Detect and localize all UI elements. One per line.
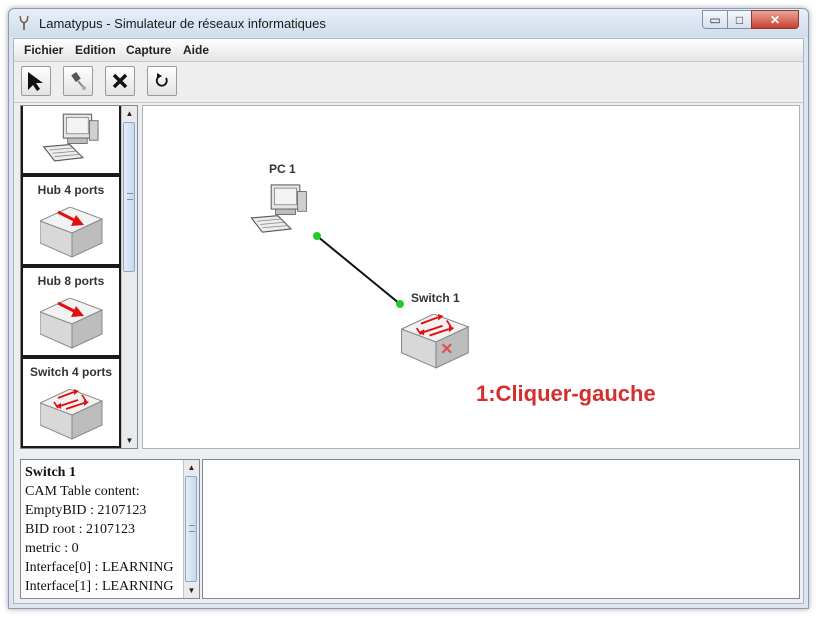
menu-fichier[interactable]: Fichier	[24, 43, 63, 57]
switch-icon	[40, 389, 103, 440]
grip-icon	[189, 525, 195, 532]
menu-bar: Fichier Edition Capture Aide	[14, 39, 803, 62]
minimize-icon: ▭	[709, 12, 721, 27]
device-palette: Hub 4 ports Hub 8 ports Switch 4 ports ▲…	[20, 105, 138, 449]
scroll-thumb[interactable]	[185, 476, 197, 582]
palette-item-label: Switch 4 ports	[29, 365, 112, 379]
client-area: Fichier Edition Capture Aide Hub 4 ports…	[13, 38, 804, 604]
pc-icon[interactable]	[247, 182, 313, 234]
device-info-title: Switch 1	[25, 465, 76, 480]
device-info-line: Interface[1] : LEARNING	[25, 579, 174, 594]
palette-item-switch-4-ports[interactable]: Switch 4 ports	[21, 357, 121, 448]
title-bar[interactable]: Lamatypus - Simulateur de réseaux inform…	[9, 9, 808, 37]
scroll-up-icon[interactable]: ▲	[122, 106, 137, 121]
grip-icon	[127, 193, 133, 200]
maximize-icon: □	[735, 12, 744, 27]
instruction-annotation: 1:Cliquer-gauche	[476, 381, 656, 406]
rotate-icon	[155, 73, 168, 87]
computer-icon	[43, 113, 99, 162]
device-info-line: BID root : 2107123	[25, 522, 136, 537]
palette-item-label: Hub 8 ports	[37, 274, 105, 288]
scroll-down-icon[interactable]: ▼	[184, 583, 199, 598]
close-icon: ✕	[769, 12, 781, 27]
menu-capture[interactable]: Capture	[126, 43, 171, 57]
app-window: Lamatypus - Simulateur de réseaux inform…	[8, 8, 809, 609]
scroll-up-icon[interactable]: ▲	[184, 460, 199, 475]
palette-item-hub-8-ports[interactable]: Hub 8 ports	[21, 266, 121, 357]
device-label-switch-1: Switch 1	[411, 291, 460, 305]
link-endpoint-pc[interactable]	[313, 232, 321, 240]
network-link-layer	[313, 232, 404, 308]
hub-icon	[40, 298, 103, 349]
cable-tool-button[interactable]	[63, 66, 93, 96]
close-button[interactable]: ✕	[751, 10, 799, 29]
device-info-panel: Switch 1 CAM Table content: EmptyBID : 2…	[20, 459, 200, 599]
menu-aide[interactable]: Aide	[183, 43, 209, 57]
device-info-line: Interface[0] : LEARNING	[25, 560, 174, 575]
cable-plug-icon	[71, 72, 86, 90]
switch-icon[interactable]	[401, 314, 471, 370]
palette-item-label: Hub 4 ports	[37, 183, 105, 197]
device-info-line: CAM Table content:	[25, 484, 140, 499]
palette-item-computer[interactable]	[21, 106, 121, 175]
device-info-line: EmptyBID : 2107123	[25, 503, 147, 518]
x-delete-icon	[112, 73, 128, 89]
delete-tool-button[interactable]	[105, 66, 135, 96]
reset-tool-button[interactable]	[147, 66, 177, 96]
palette-scrollbar[interactable]: ▲ ▼	[121, 106, 137, 448]
scroll-thumb[interactable]	[123, 122, 135, 272]
info-scrollbar[interactable]: ▲ ▼	[183, 460, 199, 598]
network-canvas[interactable]: PC 1 Switch 1 1:Cliquer-gauche	[142, 105, 800, 449]
arrow-pointer-icon	[28, 72, 43, 91]
link-endpoint-switch[interactable]	[396, 300, 404, 308]
palette-item-hub-4-ports[interactable]: Hub 4 ports	[21, 175, 121, 266]
select-tool-button[interactable]	[21, 66, 51, 96]
hub-icon	[40, 207, 103, 258]
scroll-down-icon[interactable]: ▼	[122, 433, 137, 448]
window-title: Lamatypus - Simulateur de réseaux inform…	[39, 16, 326, 31]
minimize-button[interactable]: ▭	[702, 10, 728, 29]
network-link[interactable]	[316, 235, 401, 305]
device-info-line: metric : 0	[25, 541, 79, 556]
device-info-text: Switch 1 CAM Table content: EmptyBID : 2…	[25, 463, 174, 596]
toolbar	[14, 62, 803, 103]
menu-edition[interactable]: Edition	[75, 43, 116, 57]
console-panel[interactable]	[202, 459, 800, 599]
maximize-button[interactable]: □	[727, 10, 752, 29]
lamatypus-app-icon	[19, 15, 29, 30]
device-label-pc-1: PC 1	[269, 162, 296, 176]
